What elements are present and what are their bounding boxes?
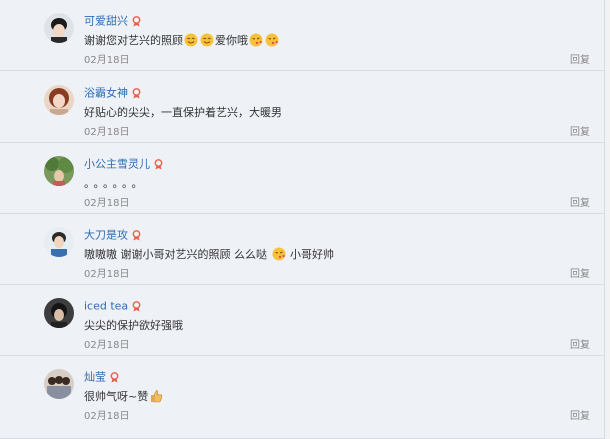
comment-text: 好贴心的尖尖，一直保护着艺兴，大暖男 bbox=[84, 106, 282, 119]
reply-link[interactable]: 回复 bbox=[570, 268, 590, 282]
comment-item: iced tea 尖尖的保护欲好强哦 02月18日 回复 bbox=[0, 285, 604, 356]
user-name[interactable]: 浴霸女神 bbox=[84, 87, 128, 100]
comment-item: 大刀是攻 嗷嗷嗷 谢谢小哥对艺兴的照顾 么么哒 小哥好帅 02月18日 回复 bbox=[0, 214, 604, 285]
comment-text-part: 谢谢您对艺兴的照顾 bbox=[84, 34, 183, 47]
user-name[interactable]: iced tea bbox=[84, 300, 128, 313]
reply-link[interactable]: 回复 bbox=[570, 54, 590, 68]
kiss-emoji bbox=[272, 247, 286, 261]
avatar[interactable] bbox=[44, 85, 74, 115]
kiss-emoji bbox=[265, 33, 279, 47]
comment-date: 02月18日 bbox=[84, 269, 130, 280]
smile-emoji bbox=[184, 33, 198, 47]
user-name[interactable]: 小公主雪灵儿 bbox=[84, 158, 150, 171]
avatar[interactable] bbox=[44, 298, 74, 328]
kiss-emoji bbox=[249, 33, 263, 47]
user-name[interactable]: 大刀是攻 bbox=[84, 229, 128, 242]
comment-feed: 可爱甜兴 谢谢您对艺兴的照顾 爱你哦 02月18日 回复 浴霸女神 好贴心的尖尖，… bbox=[0, 0, 605, 439]
comment-text-part: 很帅气呀~赞 bbox=[84, 390, 149, 403]
comment-item: 灿莹 很帅气呀~赞 02月18日 回复 bbox=[0, 356, 604, 439]
name-line: 浴霸女神 bbox=[84, 85, 141, 101]
comment-item: 可爱甜兴 谢谢您对艺兴的照顾 爱你哦 02月18日 回复 bbox=[0, 0, 604, 71]
user-badge-icon bbox=[132, 301, 141, 312]
comment-text: 尖尖的保护欲好强哦 bbox=[84, 319, 183, 332]
user-badge-icon bbox=[132, 16, 141, 27]
comment-date: 02月18日 bbox=[84, 198, 130, 209]
comment-item: 小公主雪灵儿 。。。。。。 02月18日 回复 bbox=[0, 143, 604, 214]
comment-date: 02月18日 bbox=[84, 127, 130, 138]
name-line: 小公主雪灵儿 bbox=[84, 156, 163, 172]
comment-text-part: 嗷嗷嗷 谢谢小哥对艺兴的照顾 么么哒 bbox=[84, 248, 267, 261]
reply-link[interactable]: 回复 bbox=[570, 410, 590, 424]
comment-date: 02月18日 bbox=[84, 340, 130, 351]
comment-text-part: 爱你哦 bbox=[215, 34, 248, 47]
user-badge-icon bbox=[132, 88, 141, 99]
avatar[interactable] bbox=[44, 156, 74, 186]
user-name[interactable]: 灿莹 bbox=[84, 371, 106, 384]
comment-text: 很帅气呀~赞 bbox=[84, 389, 164, 405]
comment-date: 02月18日 bbox=[84, 55, 130, 66]
avatar[interactable] bbox=[44, 369, 74, 399]
avatar[interactable] bbox=[44, 227, 74, 257]
smile-emoji bbox=[200, 33, 214, 47]
name-line: 大刀是攻 bbox=[84, 227, 141, 243]
user-badge-icon bbox=[154, 159, 163, 170]
comment-text: 嗷嗷嗷 谢谢小哥对艺兴的照顾 么么哒 小哥好帅 bbox=[84, 247, 334, 263]
comment-item: 浴霸女神 好贴心的尖尖，一直保护着艺兴，大暖男 02月18日 回复 bbox=[0, 72, 604, 143]
comment-text-part: 小哥好帅 bbox=[290, 248, 334, 261]
user-badge-icon bbox=[110, 372, 119, 383]
user-badge-icon bbox=[132, 230, 141, 241]
comment-date: 02月18日 bbox=[84, 411, 130, 422]
name-line: iced tea bbox=[84, 298, 141, 314]
reply-link[interactable]: 回复 bbox=[570, 197, 590, 211]
comment-text: 。。。。。。 bbox=[84, 177, 147, 190]
comment-text: 谢谢您对艺兴的照顾 爱你哦 bbox=[84, 33, 280, 49]
name-line: 灿莹 bbox=[84, 369, 119, 385]
thumbs-up-emoji bbox=[149, 389, 163, 403]
reply-link[interactable]: 回复 bbox=[570, 126, 590, 140]
name-line: 可爱甜兴 bbox=[84, 13, 141, 29]
reply-link[interactable]: 回复 bbox=[570, 339, 590, 353]
avatar[interactable] bbox=[44, 13, 74, 43]
user-name[interactable]: 可爱甜兴 bbox=[84, 15, 128, 28]
